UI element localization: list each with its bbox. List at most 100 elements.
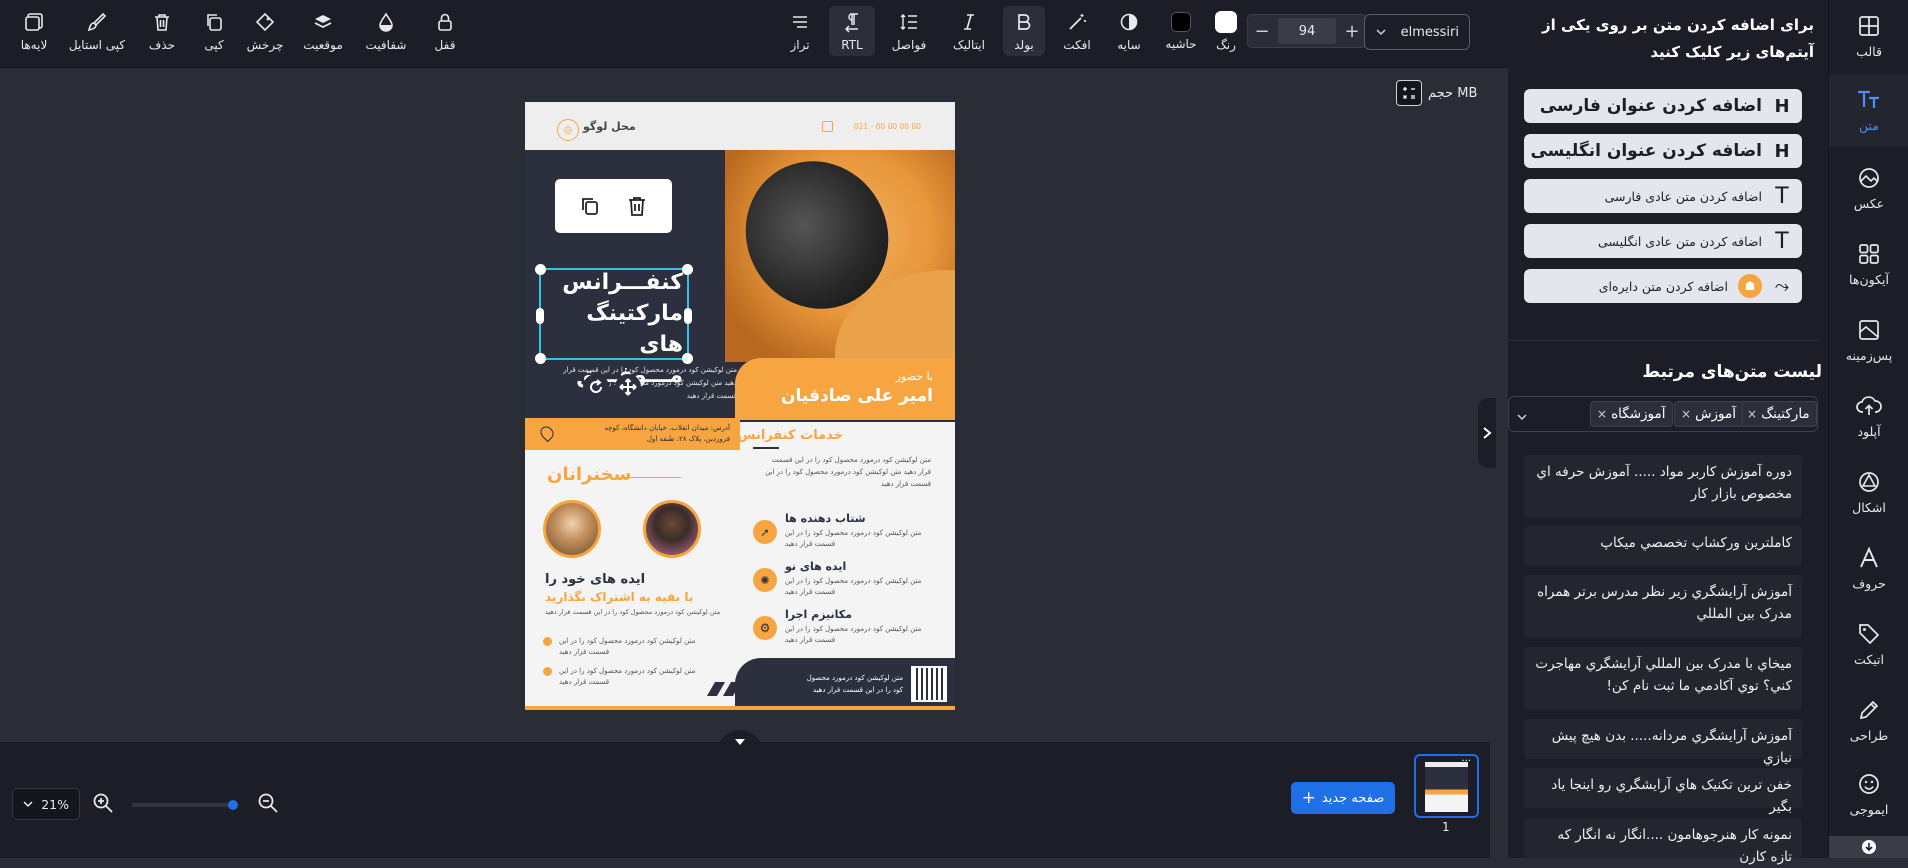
bullet-sub: قسمت قرار دهید [559, 678, 610, 686]
thumbnail-menu-icon[interactable]: ··· [1461, 756, 1471, 767]
font-size-decrease[interactable]: − [1248, 15, 1276, 47]
rotate-handle[interactable] [583, 374, 609, 400]
letters-icon [1860, 546, 1878, 567]
related-text-item[interactable]: کاملترین ورکشاپ تخصصي میکاپ [1524, 526, 1802, 566]
thumbnail-preview [1425, 762, 1468, 812]
sidebar-item-letters[interactable]: حروف [1829, 532, 1908, 604]
font-size-stepper[interactable]: − 94 + [1247, 14, 1367, 48]
resize-handle-left[interactable] [536, 308, 544, 324]
remove-tag-icon[interactable]: × [1597, 407, 1607, 421]
sidebar-item-template[interactable]: قالب [1829, 0, 1908, 72]
copy-style-button[interactable]: کپی استایل [64, 6, 130, 56]
background-icon [1859, 319, 1879, 340]
panel-collapse-handle[interactable] [1478, 398, 1496, 468]
remove-tag-icon[interactable]: × [1747, 407, 1757, 421]
add-persian-text-button[interactable]: اضافه کردن متن عادی فارسی T [1524, 179, 1802, 213]
effect-button[interactable]: افکت [1055, 6, 1099, 56]
font-family-select[interactable]: elmessiri [1364, 14, 1470, 50]
shadow-button[interactable]: سایه [1108, 6, 1150, 56]
resize-handle-tr[interactable] [682, 264, 693, 275]
sidebar-item-shapes[interactable]: اشکال [1829, 456, 1908, 528]
rtl-button[interactable]: RTL [829, 6, 875, 56]
bullet-list: متن لوکیشن کود درمورد محصول کود را در ای… [543, 636, 733, 696]
related-text-item[interactable]: خفن ترین تکنیک هاي آرایشگري رو اینجا یاد… [1524, 768, 1802, 815]
services-line-2: قرار دهید متن لوکیشن کود درمورد محصول کو… [765, 468, 931, 476]
line-spacing-icon [900, 13, 917, 30]
magic-wand-icon [1069, 13, 1086, 30]
add-button-label: اضافه کردن متن عادی انگلیسی [1598, 233, 1762, 249]
sidebar-item-background[interactable]: پس‌زمینه [1829, 304, 1908, 376]
layers-button[interactable]: لایه‌ها [14, 6, 54, 56]
speaker-avatar-2 [643, 500, 701, 558]
related-text-item[interactable]: دوره آموزش کاربر مواد ..... آموزش حرفه ا… [1524, 455, 1802, 517]
align-icon [793, 15, 807, 28]
chevron-down-icon[interactable] [1516, 408, 1528, 427]
resize-handle-bl[interactable] [535, 353, 546, 364]
phone-number: 021 - 00 00 00 00 [853, 122, 921, 131]
feature-text-line: متن لوکیشن کود درمورد محصول کود را در ای… [785, 577, 922, 585]
sidebar-item-emoji[interactable]: ایموجی [1829, 758, 1908, 830]
add-button-label: اضافه کردن عنوان فارسی [1539, 96, 1762, 116]
related-text-item[interactable]: میخاي با مدرک بین المللي آرایشگري مهاجرت… [1524, 647, 1802, 709]
sidebar-item-icons[interactable]: آیکون‌ها [1829, 228, 1908, 300]
related-text-item[interactable]: نمونه کار هنرجوهامون ....انگار نه انگار … [1524, 818, 1802, 865]
resize-handle-br[interactable] [682, 353, 693, 364]
delete-button[interactable]: حذف [142, 6, 182, 56]
color-button[interactable]: رنگ [1208, 6, 1244, 56]
lock-button[interactable]: قفل [424, 6, 466, 56]
related-text-item[interactable]: آموزش آرایشگري مردانه..... بدن هیچ پیش ن… [1524, 719, 1802, 766]
tag-chip-label: مارکتینگ [1761, 406, 1810, 422]
delete-element-button[interactable] [625, 194, 649, 218]
bold-button[interactable]: بولد [1003, 6, 1045, 56]
zoom-in-icon[interactable] [92, 792, 114, 818]
rotate-button[interactable]: چرخش [244, 6, 286, 56]
location-pin-icon [537, 423, 557, 443]
tag-chip[interactable]: مارکتینگ × [1740, 401, 1817, 427]
features-list: ➚ شتاب دهنده ها متن لوکیشن کود درمورد مح… [753, 510, 933, 654]
sidebar-scroll-down[interactable] [1829, 836, 1908, 858]
sidebar-item-text[interactable]: متن [1829, 74, 1908, 146]
tag-chip-label: آموزشگاه [1611, 406, 1666, 422]
move-handle[interactable] [615, 374, 641, 400]
phone-icon [822, 121, 833, 132]
sidebar-item-upload[interactable]: آپلود [1829, 380, 1908, 452]
font-size-increase[interactable]: + [1338, 15, 1366, 47]
services-title: خدمات کنفرانس [737, 428, 843, 443]
italic-button[interactable]: ایتالیک [944, 6, 994, 56]
tag-chip[interactable]: آموزشگاه × [1590, 401, 1673, 427]
chevron-down-icon [23, 801, 33, 808]
text-t-icon: T [1775, 228, 1789, 254]
page-thumbnail[interactable]: ··· [1414, 754, 1479, 818]
lock-label: قفل [434, 37, 456, 52]
spacing-button[interactable]: فواصل [886, 6, 932, 56]
border-button[interactable]: حاشیه [1160, 6, 1202, 56]
zoom-slider[interactable] [132, 800, 238, 810]
align-label: تراز [790, 37, 810, 52]
copy-button[interactable]: کپی [194, 6, 234, 56]
add-english-text-button[interactable]: اضافه کردن متن عادی انگلیسی T [1524, 224, 1802, 258]
duplicate-element-button[interactable] [578, 194, 602, 218]
calculator-icon[interactable] [1396, 80, 1422, 106]
font-size-value[interactable]: 94 [1278, 18, 1336, 44]
zoom-slider-thumb[interactable] [228, 800, 238, 810]
zoom-out-icon[interactable] [257, 792, 279, 818]
services-underline [753, 447, 779, 449]
sidebar-item-tag[interactable]: اتیکت [1829, 608, 1908, 680]
tag-chip[interactable]: آموزش × [1674, 401, 1744, 427]
opacity-button[interactable]: شفافیت [360, 6, 412, 56]
feature-text: متن لوکیشن کود درمورد محصول کود را در ای… [785, 528, 933, 550]
rtl-label: RTL [841, 37, 863, 52]
add-english-heading-button[interactable]: اضافه کردن عنوان انگلیسی H [1524, 134, 1802, 168]
related-text-item[interactable]: آموزش آرایشگري زیر نظر مدرس برتر همراه م… [1524, 575, 1802, 637]
align-button[interactable]: تراز [780, 6, 820, 56]
new-page-button[interactable]: + صفحه جدید [1291, 782, 1395, 814]
position-button[interactable]: موقعیت [298, 6, 348, 56]
sidebar-item-draw[interactable]: طراحی [1829, 684, 1908, 756]
resize-handle-right[interactable] [684, 308, 692, 324]
add-circular-text-button[interactable]: اضافه کردن متن دایره‌ای ☗ ⤳ [1524, 269, 1802, 303]
remove-tag-icon[interactable]: × [1681, 407, 1691, 421]
sidebar-item-image[interactable]: عکس [1829, 152, 1908, 224]
add-persian-heading-button[interactable]: اضافه کردن عنوان فارسی H [1524, 89, 1802, 123]
resize-handle-tl[interactable] [535, 264, 546, 275]
zoom-select[interactable]: 21% [12, 788, 80, 820]
